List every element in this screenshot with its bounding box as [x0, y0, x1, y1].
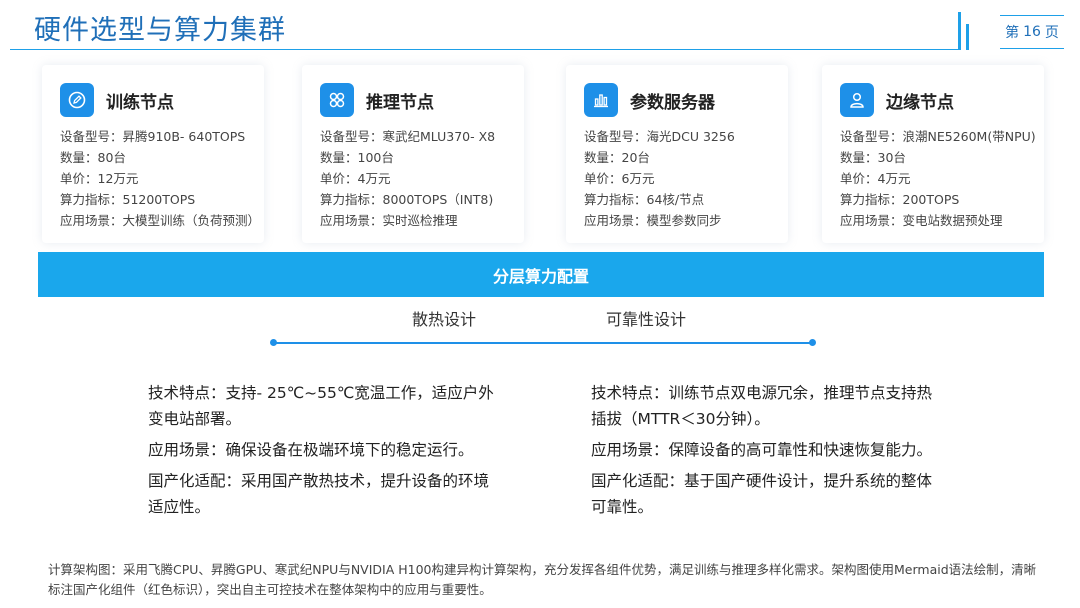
paragraph: 应用场景：确保设备在极端环境下的稳定运行。 — [148, 441, 474, 459]
cooling-design-label: 散热设计 — [412, 310, 477, 329]
spec-quantity: 数量：80台 — [60, 150, 126, 165]
card-edge-node: 边缘节点 设备型号：浪潮NE5260M(带NPU) 数量：30台 单价：4万元 … — [822, 65, 1044, 243]
spec-quantity: 数量：20台 — [584, 150, 650, 165]
spec-scenario: 应用场景：实时巡检推理 — [320, 213, 458, 228]
spec-scenario: 应用场景：大模型训练（负荷预测） — [60, 213, 261, 228]
paragraph: 应用场景：保障设备的高可靠性和快速恢复能力。 — [591, 441, 933, 459]
user-icon — [840, 83, 874, 117]
grid-icon — [320, 83, 354, 117]
spec-compute: 算力指标：64核/节点 — [584, 192, 705, 207]
cooling-design-column: 技术特点：支持- 25℃~55℃宽温工作，适应户外变电站部署。 应用场景：确保设… — [148, 380, 498, 525]
spec-model: 设备型号：寒武纪MLU370- X8 — [320, 129, 496, 144]
spec-quantity: 数量：100台 — [320, 150, 394, 165]
bar-chart-icon — [584, 83, 618, 117]
spec-price: 单价：4万元 — [320, 171, 391, 186]
footnote: 计算架构图：采用飞腾CPU、昇腾GPU、寒武纪NPU与NVIDIA H100构建… — [48, 562, 1037, 597]
spec-quantity: 数量：30台 — [840, 150, 906, 165]
card-title: 参数服务器 — [630, 92, 715, 113]
card-details: 设备型号：昇腾910B- 640TOPS 数量：80台 单价：12万元 算力指标… — [60, 126, 260, 231]
timeline-dot-left — [270, 339, 277, 346]
timeline-dot-right — [809, 339, 816, 346]
reliability-design-label: 可靠性设计 — [606, 310, 687, 329]
page-prefix: 第 — [1005, 25, 1020, 41]
card-details: 设备型号：海光DCU 3256 数量：20台 单价：6万元 算力指标：64核/节… — [584, 126, 735, 231]
paragraph: 技术特点：支持- 25℃~55℃宽温工作，适应户外变电站部署。 — [148, 384, 494, 428]
spec-model: 设备型号：浪潮NE5260M(带NPU) — [840, 129, 1036, 144]
edit-icon — [60, 83, 94, 117]
title-underline — [10, 49, 960, 50]
spec-model: 设备型号：昇腾910B- 640TOPS — [60, 129, 246, 144]
header-accent-bar-short — [966, 24, 969, 50]
spec-price: 单价：4万元 — [840, 171, 911, 186]
page-title: 硬件选型与算力集群 — [34, 15, 286, 46]
card-parameter-server: 参数服务器 设备型号：海光DCU 3256 数量：20台 单价：6万元 算力指标… — [566, 65, 788, 243]
card-title: 边缘节点 — [886, 92, 954, 113]
timeline-line — [273, 342, 813, 344]
spec-compute: 算力指标：200TOPS — [840, 192, 960, 207]
paragraph: 国产化适配：基于国产硬件设计，提升系统的整体可靠性。 — [591, 472, 933, 516]
card-title: 推理节点 — [366, 92, 434, 113]
card-title: 训练节点 — [106, 92, 174, 113]
paragraph: 技术特点：训练节点双电源冗余，推理节点支持热插拔（MTTR＜30分钟）。 — [591, 384, 933, 428]
page-suffix: 页 — [1044, 25, 1059, 41]
reliability-design-column: 技术特点：训练节点双电源冗余，推理节点支持热插拔（MTTR＜30分钟）。 应用场… — [591, 380, 941, 525]
section-band: 分层算力配置 — [38, 252, 1044, 297]
spec-compute: 算力指标：8000TOPS（INT8) — [320, 192, 494, 207]
spec-compute: 算力指标：51200TOPS — [60, 192, 196, 207]
page-number-value: 16 — [1023, 24, 1041, 40]
spec-price: 单价：6万元 — [584, 171, 655, 186]
card-inference-node: 推理节点 设备型号：寒武纪MLU370- X8 数量：100台 单价：4万元 算… — [302, 65, 524, 243]
header-accent-bar — [958, 12, 961, 50]
card-details: 设备型号：浪潮NE5260M(带NPU) 数量：30台 单价：4万元 算力指标：… — [840, 126, 1036, 231]
card-details: 设备型号：寒武纪MLU370- X8 数量：100台 单价：4万元 算力指标：8… — [320, 126, 495, 231]
spec-scenario: 应用场景：变电站数据预处理 — [840, 213, 1003, 228]
spec-scenario: 应用场景：模型参数同步 — [584, 213, 722, 228]
page-number: 第 16 页 — [1000, 15, 1064, 49]
spec-price: 单价：12万元 — [60, 171, 139, 186]
spec-model: 设备型号：海光DCU 3256 — [584, 129, 735, 144]
paragraph: 国产化适配：采用国产散热技术，提升设备的环境适应性。 — [148, 472, 490, 516]
card-training-node: 训练节点 设备型号：昇腾910B- 640TOPS 数量：80台 单价：12万元… — [42, 65, 264, 243]
